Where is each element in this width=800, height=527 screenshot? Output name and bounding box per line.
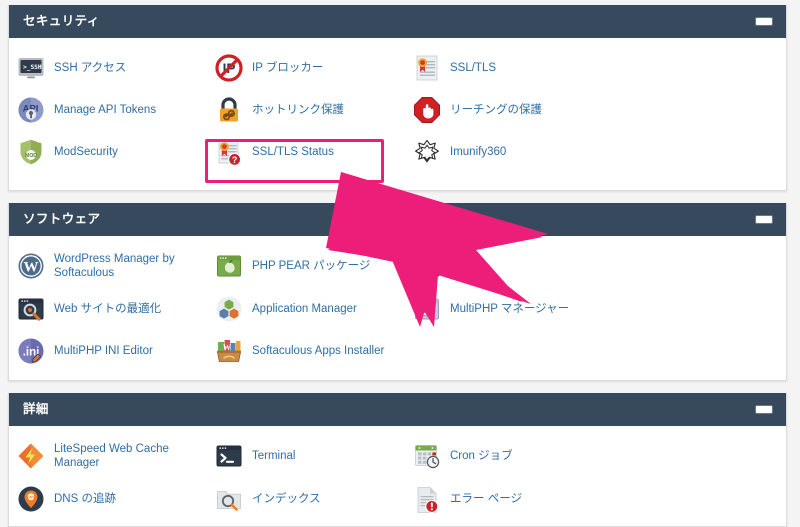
minimize-icon[interactable] [756, 216, 772, 223]
tile-label: Application Manager [252, 302, 357, 315]
tile-label: PHP PEAR パッケージ [252, 260, 371, 273]
panel-software-body: W WordPress Manager by Softaculous PHP P… [9, 236, 786, 382]
tile-indexes[interactable]: インデックス [207, 478, 405, 520]
cpanel-dashboard: セキュリティ >_SSH SSH アクセス IP ブロッカー SSL/TLS A… [0, 0, 800, 527]
tile-label: MultiPHP マネージャー [450, 302, 570, 315]
panel-advanced-header[interactable]: 詳細 [9, 393, 786, 426]
tile-softaculous-installer[interactable]: W Softaculous Apps Installer [207, 330, 405, 372]
panel-security-header[interactable]: セキュリティ [9, 5, 786, 38]
tile-modsecurity[interactable]: MOD ModSecurity [9, 131, 207, 173]
svg-text:MOD: MOD [25, 153, 37, 159]
tile-label: Cron ジョブ [450, 450, 513, 463]
panel-advanced-title: 詳細 [23, 402, 49, 417]
tile-apache-handlers[interactable] [405, 245, 603, 288]
softaculous-icon: W [215, 337, 243, 365]
tile-manage-api-tokens[interactable]: API Manage API Tokens [9, 89, 207, 131]
tile-label: ホットリンク保護 [252, 103, 344, 116]
panel-software-title: ソフトウェア [23, 212, 101, 227]
panel-advanced-body: LiteSpeed Web Cache Manager Terminal Cro… [9, 426, 786, 527]
php-pear-icon [215, 252, 243, 280]
tile-dns-track[interactable]: DNS DNS の追跡 [9, 478, 207, 520]
cron-calendar-icon [413, 442, 441, 470]
tile-label: SSH アクセス [54, 61, 127, 74]
modsecurity-shield-icon: MOD [17, 138, 45, 166]
tile-error-pages[interactable]: エラー ページ [405, 478, 603, 520]
panel-security-row: API Manage API Tokens ホットリンク保護 リーチングの保護 [9, 89, 786, 131]
svg-text:?: ? [232, 155, 238, 165]
panel-software-row: Web サイトの最適化 Application Manager php Mult… [9, 288, 786, 330]
panel-software: ソフトウェア W WordPress Manager by Softaculou… [8, 203, 787, 381]
panel-advanced-row: DNS DNS の追跡 インデックス エラー ページ [9, 478, 786, 520]
panel-software-header[interactable]: ソフトウェア [9, 203, 786, 236]
svg-text:W: W [24, 260, 39, 276]
application-manager-icon [215, 295, 243, 323]
tile-terminal[interactable]: Terminal [207, 435, 405, 478]
tile-label: LiteSpeed Web Cache Manager [54, 443, 169, 470]
panel-software-row: W WordPress Manager by Softaculous PHP P… [9, 245, 786, 288]
tile-label: ModSecurity [54, 145, 118, 158]
panel-security-body: >_SSH SSH アクセス IP IP ブロッカー [9, 38, 786, 183]
imunify360-icon [413, 138, 441, 166]
multiphp-manager-icon: php [413, 295, 441, 323]
panel-advanced: 詳細 LiteSpeed Web Cache Manager Terminal … [8, 393, 787, 527]
tile-cron-jobs[interactable]: Cron ジョブ [405, 435, 603, 478]
tile-label: SSL/TLS [450, 61, 497, 74]
tile-ssl-tls-status[interactable]: ? SSL/TLS Status [207, 131, 405, 173]
ip-blocker-icon: IP [215, 54, 243, 82]
tile-hotlink-protection[interactable]: ホットリンク保護 [207, 89, 405, 131]
tile-leech-protection[interactable]: リーチングの保護 [405, 89, 603, 131]
tile-wordpress-manager[interactable]: W WordPress Manager by Softaculous [9, 245, 207, 288]
tile-ssl-tls[interactable]: SSL/TLS [405, 47, 603, 89]
tile-php-pear[interactable]: PHP PEAR パッケージ [207, 245, 405, 288]
panel-software-row: .ini MultiPHP INI Editor W Softaculous A… [9, 330, 786, 372]
panel-security-row: >_SSH SSH アクセス IP IP ブロッカー [9, 47, 786, 89]
minimize-icon[interactable] [756, 18, 772, 25]
panel-advanced-row: LiteSpeed Web Cache Manager Terminal Cro… [9, 435, 786, 478]
tile-label: エラー ページ [450, 492, 522, 505]
indexes-icon [215, 485, 243, 513]
ssl-certificate-icon [413, 54, 441, 82]
svg-text:php: php [421, 308, 432, 315]
tile-label: Manage API Tokens [54, 103, 157, 116]
tile-label: Softaculous Apps Installer [252, 344, 385, 357]
tile-imunify360[interactable]: Imunify360 [405, 131, 603, 173]
tile-label: リーチングの保護 [450, 103, 542, 116]
terminal-icon [215, 442, 243, 470]
ssh-terminal-icon: >_SSH [17, 54, 45, 82]
tile-empty-slot [405, 330, 603, 372]
tile-label: SSL/TLS Status [252, 145, 334, 158]
tile-multiphp-ini-editor[interactable]: .ini MultiPHP INI Editor [9, 330, 207, 372]
minimize-icon[interactable] [756, 406, 772, 413]
tile-optimize-website[interactable]: Web サイトの最適化 [9, 288, 207, 330]
tile-multiphp-manager[interactable]: php MultiPHP マネージャー [405, 288, 603, 330]
tile-label: IP ブロッカー [252, 61, 324, 74]
api-token-icon: API [17, 96, 45, 124]
tile-label: MultiPHP INI Editor [54, 344, 153, 357]
wordpress-icon: W [17, 252, 45, 280]
tile-application-manager[interactable]: Application Manager [207, 288, 405, 330]
tile-label: Imunify360 [450, 145, 507, 158]
dns-track-icon: DNS [17, 485, 45, 513]
apache-handlers-icon [413, 252, 441, 280]
multiphp-ini-icon: .ini [17, 337, 45, 365]
tile-label: Web サイトの最適化 [54, 302, 162, 315]
tile-ip-blocker[interactable]: IP IP ブロッカー [207, 47, 405, 89]
optimize-website-icon [17, 295, 45, 323]
tile-label: インデックス [252, 492, 321, 505]
tile-label: Terminal [252, 450, 296, 463]
svg-text:>_SSH: >_SSH [23, 64, 42, 71]
svg-text:DNS: DNS [27, 495, 35, 499]
tile-litespeed-cache[interactable]: LiteSpeed Web Cache Manager [9, 435, 207, 478]
error-pages-icon [413, 485, 441, 513]
tile-label: WordPress Manager by Softaculous [54, 253, 175, 280]
leech-protection-icon [413, 96, 441, 124]
litespeed-icon [17, 442, 45, 470]
tile-ssh-access[interactable]: >_SSH SSH アクセス [9, 47, 207, 89]
panel-security-row: MOD ModSecurity ? SSL/TLS Status Imunify… [9, 131, 786, 173]
panel-security-title: セキュリティ [23, 14, 100, 29]
hotlink-lock-icon [215, 96, 243, 124]
ssl-status-icon: ? [215, 138, 243, 166]
tile-label: DNS の追跡 [54, 492, 116, 505]
panel-security: セキュリティ >_SSH SSH アクセス IP ブロッカー SSL/TLS A… [8, 5, 787, 191]
